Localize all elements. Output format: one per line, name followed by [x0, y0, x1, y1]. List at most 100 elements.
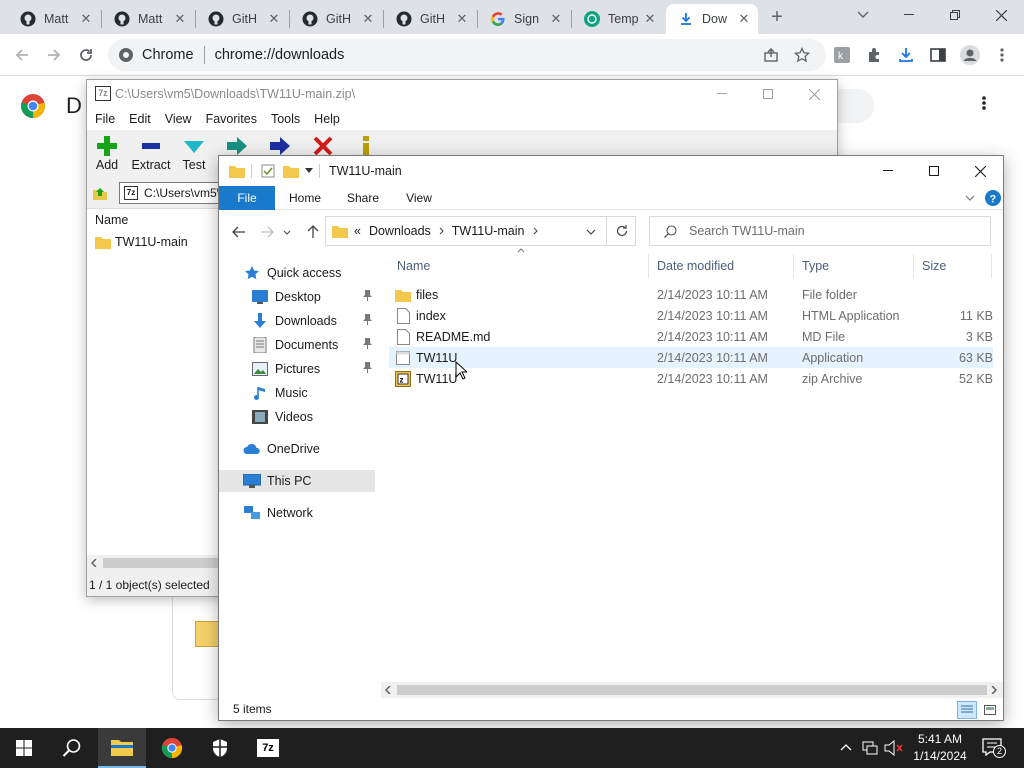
7zip-menu-tools[interactable]: Tools	[271, 112, 300, 126]
column-date-modified[interactable]: Date modified	[649, 254, 794, 278]
up-button[interactable]	[303, 222, 323, 242]
ribbon-tab-view[interactable]: View	[395, 186, 443, 210]
nav-item-network[interactable]: Network	[219, 502, 375, 524]
file-row[interactable]: z TW11U 2/14/2023 10:11 AM zip Archive 52 KB	[389, 368, 993, 389]
column-type[interactable]: Type	[794, 254, 914, 278]
taskbar-file-explorer[interactable]	[98, 728, 146, 768]
7zip-menu-edit[interactable]: Edit	[129, 112, 151, 126]
show-hidden-icons-button[interactable]	[840, 743, 852, 751]
downloads-search-bar[interactable]	[838, 89, 874, 123]
notification-center-button[interactable]: 2	[982, 738, 1006, 758]
new-tab-button[interactable]: +	[763, 3, 791, 31]
bookmark-button[interactable]	[788, 41, 816, 69]
column-name[interactable]: Name	[389, 254, 649, 278]
explorer-hscroll-thumb[interactable]	[397, 685, 987, 695]
network-tray-icon[interactable]	[862, 740, 878, 756]
explorer-back-button[interactable]	[229, 222, 249, 242]
browser-tab[interactable]: Sign ✕	[478, 4, 570, 34]
7zip-menu-view[interactable]: View	[165, 112, 192, 126]
chrome-close-button[interactable]	[978, 0, 1024, 30]
chevron-right-icon[interactable]	[533, 227, 538, 235]
search-button[interactable]	[48, 728, 96, 768]
nav-item-this-pc[interactable]: This PC	[219, 470, 375, 492]
nav-item-quick-access[interactable]: Quick access	[219, 262, 375, 284]
explorer-search-box[interactable]: Search TW11U-main	[649, 216, 991, 246]
explorer-close-button[interactable]	[957, 156, 1003, 186]
close-tab-icon[interactable]: ✕	[454, 11, 470, 27]
browser-tab[interactable]: Matt ✕	[8, 4, 100, 34]
side-panel-button[interactable]	[924, 41, 952, 69]
close-tab-icon[interactable]: ✕	[360, 11, 376, 27]
browser-tab[interactable]: Matt ✕	[102, 4, 194, 34]
start-button[interactable]	[0, 728, 48, 768]
address-overflow[interactable]: «	[354, 224, 361, 238]
refresh-icon[interactable]	[615, 224, 629, 238]
extension-button[interactable]: k	[828, 41, 856, 69]
downloads-button[interactable]	[892, 41, 920, 69]
ribbon-tab-share[interactable]: Share	[339, 186, 387, 210]
chevron-left-icon[interactable]	[385, 686, 391, 694]
extensions-button[interactable]	[860, 41, 888, 69]
chevron-down-icon[interactable]	[305, 168, 313, 174]
file-row[interactable]: index 2/14/2023 10:11 AM HTML Application 1…	[389, 305, 993, 326]
breadcrumb-tw11u-main[interactable]: TW11U-main	[452, 224, 525, 238]
details-view-button[interactable]	[957, 701, 977, 719]
7zip-menu-help[interactable]: Help	[314, 112, 340, 126]
volume-muted-icon[interactable]	[884, 740, 904, 756]
reload-button[interactable]	[72, 41, 100, 69]
file-row[interactable]: README.md 2/14/2023 10:11 AM MD File 3 KB	[389, 326, 993, 347]
explorer-maximize-button[interactable]	[911, 156, 957, 186]
close-tab-icon[interactable]: ✕	[642, 11, 658, 27]
7zip-test-button[interactable]: Test	[172, 134, 216, 172]
help-icon[interactable]: ?	[985, 190, 1001, 206]
ribbon-tab-file[interactable]: File	[219, 186, 275, 210]
browser-tab[interactable]: GitH ✕	[196, 4, 288, 34]
chevron-down-icon[interactable]	[586, 229, 596, 235]
nav-item-onedrive[interactable]: OneDrive	[219, 438, 375, 460]
share-button[interactable]	[757, 41, 785, 69]
tab-search-button[interactable]	[840, 0, 886, 30]
explorer-minimize-button[interactable]	[865, 156, 911, 186]
browser-tab[interactable]: Dow ✕	[666, 4, 758, 34]
chevron-right-icon[interactable]	[439, 227, 444, 235]
7zip-menu-favorites[interactable]: Favorites	[206, 112, 257, 126]
large-icons-view-button[interactable]	[981, 701, 999, 719]
nav-item-downloads[interactable]: Downloads	[219, 310, 375, 332]
7zip-minimize-button[interactable]	[699, 80, 745, 108]
close-tab-icon[interactable]: ✕	[736, 11, 752, 27]
download-card[interactable]	[172, 590, 222, 700]
7zip-hscrollbar[interactable]	[87, 555, 219, 571]
7zip-menu-file[interactable]: File	[95, 112, 115, 126]
omnibox[interactable]: Chrome chrome://downloads	[108, 39, 826, 71]
7zip-add-button[interactable]: Add	[85, 134, 129, 172]
taskbar-security[interactable]	[196, 728, 244, 768]
7zip-maximize-button[interactable]	[745, 80, 791, 108]
nav-item-music[interactable]: Music	[219, 382, 375, 404]
nav-item-desktop[interactable]: Desktop	[219, 286, 375, 308]
taskbar-chrome[interactable]	[148, 728, 196, 768]
taskbar-clock[interactable]: 5:41 AM 1/14/2024	[908, 731, 972, 765]
browser-tab[interactable]: Temp ✕	[572, 4, 664, 34]
breadcrumb-downloads[interactable]: Downloads	[369, 224, 431, 238]
explorer-hscrollbar[interactable]	[381, 682, 1003, 698]
back-button[interactable]	[8, 41, 36, 69]
browser-tab[interactable]: GitH ✕	[384, 4, 476, 34]
ribbon-tab-home[interactable]: Home	[281, 186, 329, 210]
close-tab-icon[interactable]: ✕	[548, 11, 564, 27]
recent-locations-button[interactable]	[281, 222, 293, 242]
column-size[interactable]: Size	[914, 254, 992, 278]
7zip-hscroll-thumb[interactable]	[103, 558, 219, 568]
file-row[interactable]: files 2/14/2023 10:11 AM File folder	[389, 284, 993, 305]
profile-button[interactable]	[956, 41, 984, 69]
7zip-address-input[interactable]: 7z C:\Users\vm5\	[119, 182, 229, 204]
nav-item-documents[interactable]: Documents	[219, 334, 375, 356]
browser-tab[interactable]: GitH ✕	[290, 4, 382, 34]
chrome-minimize-button[interactable]	[886, 0, 932, 30]
taskbar-7zip[interactable]: 7z	[244, 728, 292, 768]
forward-button[interactable]	[40, 41, 68, 69]
chrome-menu-button[interactable]	[988, 41, 1016, 69]
file-row[interactable]: TW11U 2/14/2023 10:11 AM Application 63 KB	[389, 347, 993, 368]
chevron-right-icon[interactable]	[991, 686, 997, 694]
7zip-extract-button[interactable]: Extract	[129, 134, 173, 172]
chrome-restore-button[interactable]	[932, 0, 978, 30]
